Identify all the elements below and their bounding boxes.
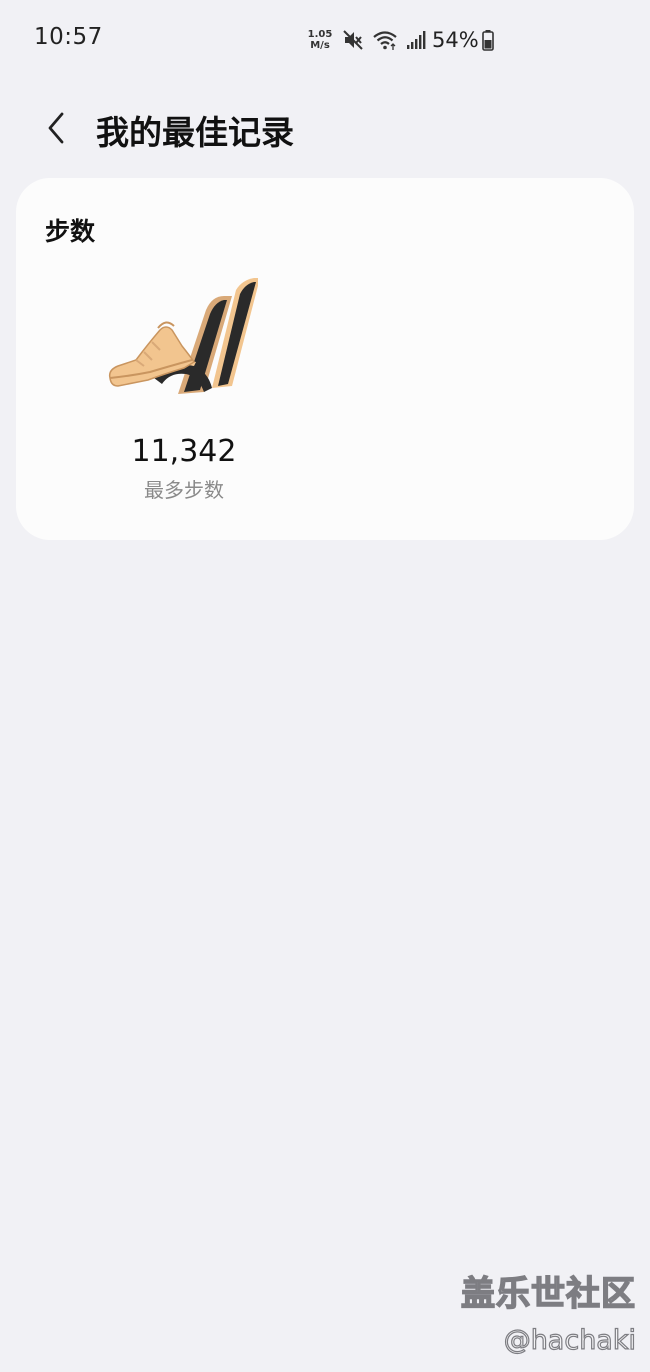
back-button[interactable] — [36, 108, 76, 148]
chevron-left-icon — [48, 112, 64, 144]
network-speed-unit: M/s — [310, 40, 330, 51]
status-bar: 10:57 1.05 M/s 54% — [0, 0, 650, 78]
shoe-badge-icon — [108, 278, 258, 394]
max-steps-record[interactable]: 11,342 最多步数 — [96, 270, 272, 510]
network-speed-value: 1.05 — [307, 29, 333, 40]
battery-percent: 54% — [432, 28, 479, 52]
battery-icon — [481, 29, 494, 51]
signal-icon — [406, 30, 426, 50]
wifi-icon — [372, 29, 398, 51]
card-title: 步数 — [45, 217, 96, 246]
status-time: 10:57 — [34, 24, 103, 50]
watermark-title: 盖乐世社区 — [460, 1273, 636, 1315]
watermark-handle: @hachaki — [503, 1324, 637, 1356]
app-header: 我的最佳记录 — [0, 92, 650, 164]
max-steps-label: 最多步数 — [144, 478, 224, 502]
mute-icon — [342, 29, 364, 51]
watermark: 盖乐世社区 @hachaki — [460, 1266, 637, 1356]
page-title: 我的最佳记录 — [96, 113, 294, 152]
steps-record-card: 步数 11,342 最多步数 — [16, 178, 634, 540]
max-steps-value: 11,342 — [131, 434, 237, 469]
network-speed: 1.05 M/s — [306, 29, 334, 51]
status-indicators: 1.05 M/s 54% — [306, 26, 494, 54]
